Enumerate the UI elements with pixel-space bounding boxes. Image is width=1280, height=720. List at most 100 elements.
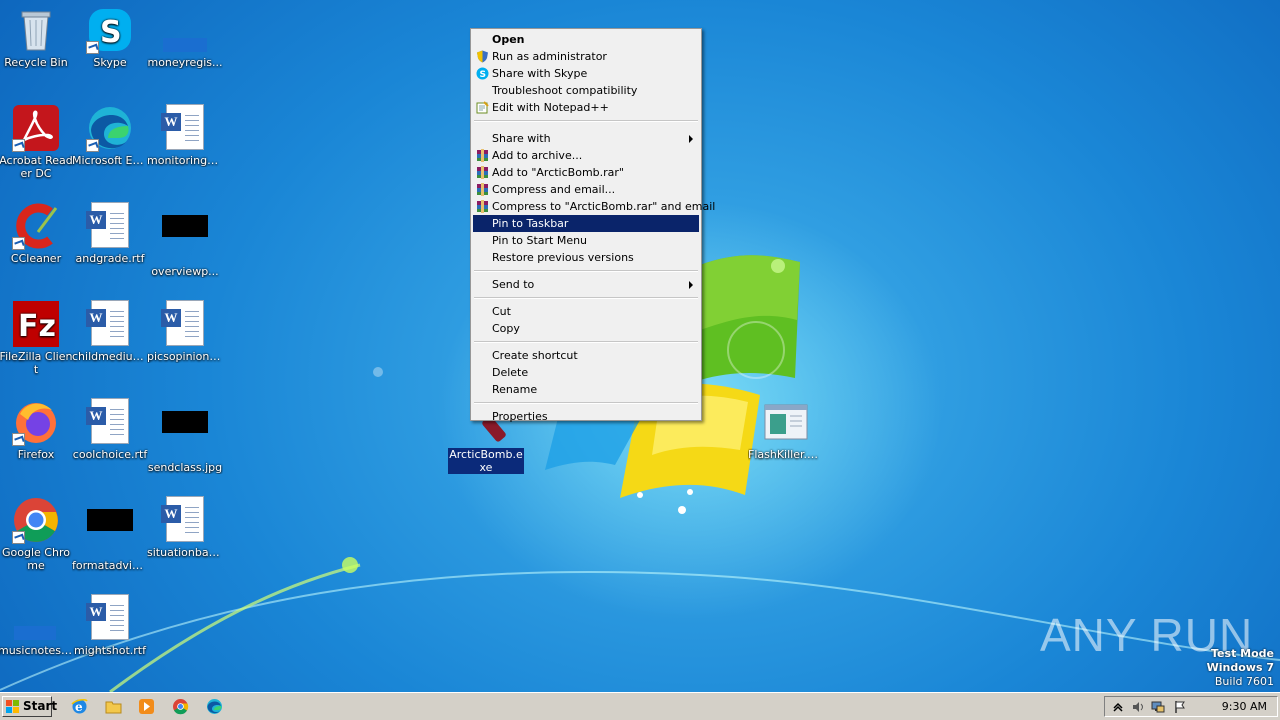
word-document-icon: W — [86, 300, 134, 348]
menu-item-label: Add to archive... — [492, 149, 583, 162]
menu-item-label: Copy — [492, 322, 520, 335]
winrar-icon — [477, 200, 488, 213]
desktop-icon-label: FileZilla Client — [0, 350, 73, 376]
desktop-icon-skype[interactable]: S Skype — [72, 6, 148, 69]
svg-text:Fz: Fz — [18, 309, 56, 344]
test-mode-watermark: Test Mode Windows 7 Build 7601 — [1207, 647, 1274, 689]
svg-text:e: e — [75, 700, 83, 714]
svg-text:S: S — [480, 70, 486, 80]
menu-item-share-with-skype[interactable]: S Share with Skype — [473, 65, 699, 82]
volume-icon[interactable] — [1131, 700, 1145, 714]
desktop-icon-coolchoice[interactable]: W coolchoice.rtf — [72, 398, 148, 461]
skype-icon: S — [476, 67, 489, 80]
desktop-icon-label: moneyregis... — [147, 56, 223, 69]
menu-item-add-to-arcticbomb-rar[interactable]: Add to "ArcticBomb.rar" — [473, 164, 699, 181]
menu-item-share-with[interactable]: Share with — [473, 130, 699, 147]
windows-flag-icon — [6, 700, 19, 713]
chrome-icon[interactable] — [172, 698, 189, 715]
menu-item-label: Share with — [492, 132, 551, 145]
menu-separator — [474, 341, 698, 343]
menu-item-label: Restore previous versions — [492, 251, 634, 264]
start-button[interactable]: Start — [2, 696, 57, 717]
desktop-icon-recycle-bin[interactable]: Recycle Bin — [0, 6, 74, 69]
winrar-icon — [477, 183, 488, 196]
desktop-icon-childmedium[interactable]: W childmedium.... — [72, 300, 148, 363]
menu-item-edit-with-notepadpp[interactable]: Edit with Notepad++ — [473, 99, 699, 116]
desktop-icon-label: CCleaner — [10, 252, 62, 265]
submenu-arrow-icon — [689, 135, 693, 143]
desktop-icon-moneyregis[interactable]: moneyregis... — [147, 6, 223, 69]
desktop-icon-label: situationbad... — [147, 546, 223, 559]
menu-item-create-shortcut[interactable]: Create shortcut — [473, 347, 699, 364]
menu-item-restore-previous-versions[interactable]: Restore previous versions — [473, 249, 699, 266]
desktop-icon-andgrade[interactable]: W andgrade.rtf — [72, 202, 148, 265]
desktop-icon-firefox[interactable]: Firefox — [0, 398, 74, 461]
desktop-icon-acrobat[interactable]: Acrobat Reader DC — [0, 104, 74, 180]
action-center-flag-icon[interactable] — [1173, 700, 1187, 714]
desktop-icon-label: monitoringe... — [147, 154, 223, 167]
desktop-icon-mightshot[interactable]: W mightshot.rtf — [72, 594, 148, 657]
menu-item-compress-to-rar-and-email[interactable]: Compress to "ArcticBomb.rar" and email — [473, 198, 715, 215]
menu-item-add-to-archive[interactable]: Add to archive... — [473, 147, 699, 164]
desktop-icon-label: andgrade.rtf — [75, 252, 145, 265]
desktop-icon-label: Microsoft Edge — [72, 154, 148, 167]
menu-item-label: Compress to "ArcticBomb.rar" and email — [492, 200, 716, 213]
menu-item-send-to[interactable]: Send to — [473, 276, 699, 293]
menu-item-label: Edit with Notepad++ — [492, 101, 609, 114]
explorer-folder-icon[interactable] — [105, 698, 122, 715]
menu-item-run-as-administrator[interactable]: Run as administrator — [473, 48, 699, 65]
shortcut-arrow-icon — [12, 139, 25, 152]
menu-item-delete[interactable]: Delete — [473, 364, 699, 381]
menu-item-pin-to-start-menu[interactable]: Pin to Start Menu — [473, 232, 699, 249]
menu-item-pin-to-taskbar[interactable]: Pin to Taskbar — [473, 215, 699, 232]
menu-item-properties[interactable]: Properties — [473, 408, 699, 425]
shortcut-arrow-icon — [12, 237, 25, 250]
desktop-icon-situationbad[interactable]: W situationbad... — [147, 496, 223, 559]
media-player-icon[interactable] — [138, 698, 155, 715]
start-label: Start — [23, 699, 58, 713]
desktop[interactable]: Recycle Bin Acrobat Reader DC CCleaner F… — [0, 0, 1280, 692]
show-hidden-icons-icon[interactable] — [1111, 700, 1125, 714]
desktop-icon-sendclass[interactable]: sendclass.jpg — [147, 398, 223, 474]
desktop-icon-ccleaner[interactable]: CCleaner — [0, 202, 74, 265]
menu-item-copy[interactable]: Copy — [473, 320, 699, 337]
file-thumbnail-icon — [12, 594, 60, 642]
desktop-icon-label: Skype — [93, 56, 127, 69]
desktop-icon-label: picsopinion.rtf — [147, 350, 223, 363]
edge-icon[interactable] — [206, 698, 223, 715]
windows-version-label: Windows 7 — [1206, 661, 1274, 674]
menu-item-troubleshoot-compatibility[interactable]: Troubleshoot compatibility — [473, 82, 699, 99]
desktop-icon-monitoringe[interactable]: W monitoringe... — [147, 104, 223, 167]
menu-item-cut[interactable]: Cut — [473, 303, 699, 320]
menu-item-rename[interactable]: Rename — [473, 381, 699, 398]
desktop-icon-filezilla[interactable]: Fz FileZilla Client — [0, 300, 74, 376]
menu-separator — [474, 270, 698, 272]
desktop-icon-edge[interactable]: Microsoft Edge — [72, 104, 148, 167]
menu-item-compress-and-email[interactable]: Compress and email... — [473, 181, 699, 198]
desktop-icon-label: coolchoice.rtf — [72, 448, 148, 461]
word-document-icon: W — [161, 300, 209, 348]
desktop-icon-label: Recycle Bin — [4, 56, 68, 69]
submenu-arrow-icon — [689, 281, 693, 289]
menu-item-label: Open — [492, 33, 525, 46]
desktop-icon-picsopinion[interactable]: W picsopinion.rtf — [147, 300, 223, 363]
menu-item-label: Compress and email... — [492, 183, 616, 196]
desktop-icon-chrome[interactable]: Google Chrome — [0, 496, 74, 572]
internet-explorer-icon[interactable]: e — [71, 698, 88, 715]
firefox-icon — [12, 398, 60, 446]
clock[interactable]: 9:30 AM — [1222, 697, 1267, 716]
filezilla-icon: Fz — [12, 300, 60, 348]
desktop-icon-formatadvic[interactable]: formatadvic... — [72, 496, 148, 572]
taskbar: Start e 9:30 AM — [0, 692, 1280, 720]
network-icon[interactable] — [1151, 700, 1165, 714]
menu-item-label: Cut — [492, 305, 511, 318]
word-document-icon: W — [161, 496, 209, 544]
desktop-icon-musicnotes[interactable]: musicnotes.... — [0, 594, 74, 657]
shortcut-arrow-icon — [86, 139, 99, 152]
desktop-icon-overviewp[interactable]: overviewp... — [147, 202, 223, 278]
winrar-icon — [477, 149, 488, 162]
desktop-icon-label: overviewp... — [151, 265, 219, 278]
desktop-icon-flashkiller[interactable]: FlashKiller.exe — [748, 398, 824, 461]
menu-item-open[interactable]: Open — [473, 31, 699, 48]
desktop-icon-label: Acrobat Reader DC — [0, 154, 73, 180]
